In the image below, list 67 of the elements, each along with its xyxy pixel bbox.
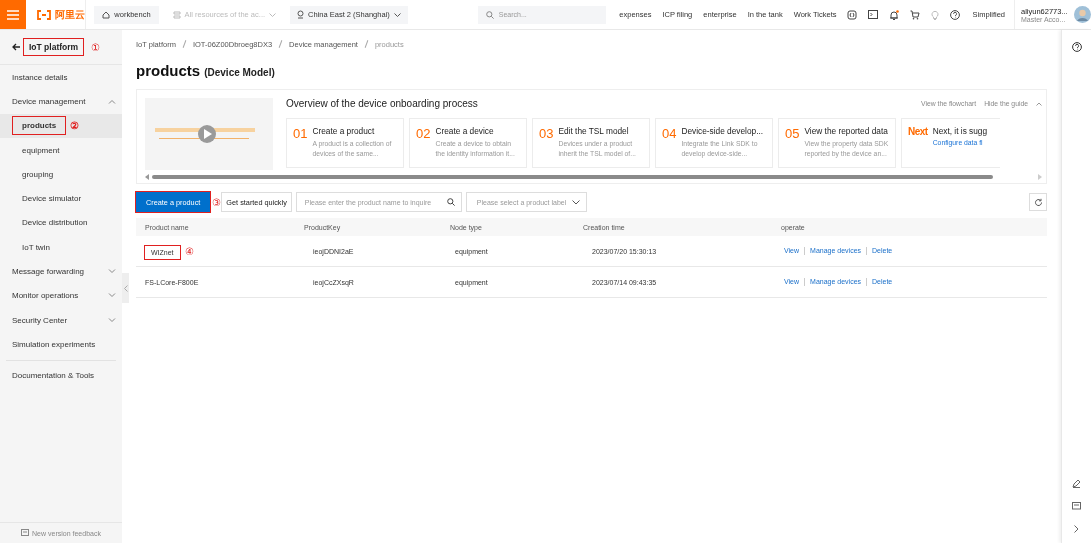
bell-icon[interactable] <box>889 9 900 20</box>
step-marker: ② <box>70 120 80 132</box>
step-title: Next, it is sugg <box>932 126 988 136</box>
sidebar-subitem[interactable]: equipment <box>0 137 122 163</box>
chevron-icon <box>108 98 116 104</box>
step-number: 04 <box>662 126 677 143</box>
avatar-icon[interactable] <box>1074 6 1091 23</box>
terminal-icon[interactable] <box>868 10 879 19</box>
collapse-handle[interactable] <box>122 273 129 303</box>
sidebar-item[interactable]: Instance details <box>0 65 122 90</box>
code-icon[interactable] <box>847 9 858 20</box>
sidebar-subitem[interactable]: grouping <box>0 162 122 187</box>
step-number: Next <box>908 126 928 139</box>
menu-button[interactable] <box>0 0 27 29</box>
message-icon[interactable] <box>1072 502 1081 511</box>
step-number: 03 <box>539 126 554 143</box>
sidebar-item[interactable]: Device management <box>0 89 122 114</box>
sidebar-subitem[interactable]: Device simulator <box>0 186 122 211</box>
step-marker: ④ <box>184 245 194 257</box>
sidebar-item[interactable]: Simulation experiments <box>0 332 122 357</box>
search-icon[interactable] <box>446 198 455 206</box>
feedback-icon[interactable] <box>21 529 30 537</box>
chevron-icon <box>269 12 277 17</box>
chevron-icon <box>108 269 116 274</box>
guide-title: Overview of the device onboarding process <box>286 98 478 109</box>
page-subtitle: (Device Model) <box>204 67 275 78</box>
sidebar-subitem[interactable]: products ② <box>0 113 122 138</box>
page-title: products <box>136 62 201 79</box>
step-title: Edit the TSL model <box>558 126 630 136</box>
chevron-icon <box>393 12 401 17</box>
menu-icon <box>7 9 20 20</box>
scroll-left-icon[interactable] <box>145 174 149 180</box>
chevron-icon <box>571 199 580 205</box>
logo-icon <box>36 9 53 20</box>
chevron-icon <box>108 317 116 323</box>
step-number: 02 <box>416 126 431 143</box>
help-icon[interactable] <box>950 9 961 20</box>
step-title: Create a product <box>312 126 376 136</box>
step-marker: ① <box>91 41 101 53</box>
back-arrow-icon[interactable] <box>12 43 21 51</box>
sidebar-subitem[interactable]: Device distribution <box>0 210 122 236</box>
step-title: Create a device <box>435 126 495 136</box>
step-title: View the reported data <box>804 126 889 136</box>
step-title: Device-side develop... <box>681 126 765 136</box>
sidebar-item[interactable]: Security Center <box>0 307 122 333</box>
logo-text: 阿里云 <box>55 7 86 22</box>
help-icon[interactable] <box>1071 42 1082 52</box>
sidebar-item[interactable]: Documentation & Tools <box>0 363 122 388</box>
refresh-button[interactable] <box>1029 193 1047 211</box>
step-number: 01 <box>293 126 308 143</box>
sidebar-subitem[interactable]: IoT twin <box>0 235 122 260</box>
list-icon <box>172 10 181 19</box>
sidebar-item[interactable]: Message forwarding <box>0 259 122 284</box>
cart-icon[interactable] <box>910 9 921 20</box>
chevron-icon[interactable] <box>1074 525 1079 533</box>
platform-title[interactable]: IoT platform <box>24 39 84 55</box>
chevron-icon[interactable] <box>1036 101 1042 106</box>
sidebar-item[interactable]: Monitor operations <box>0 283 122 308</box>
chevron-icon <box>108 293 116 299</box>
refresh-icon <box>1033 197 1043 207</box>
edit-icon[interactable] <box>1072 479 1081 488</box>
location-icon <box>297 10 305 19</box>
step-marker: ③ <box>212 196 222 208</box>
search-icon <box>485 10 494 19</box>
horizontal-scrollbar[interactable] <box>145 174 1042 180</box>
home-icon <box>102 10 111 19</box>
step-number: 05 <box>785 126 800 143</box>
